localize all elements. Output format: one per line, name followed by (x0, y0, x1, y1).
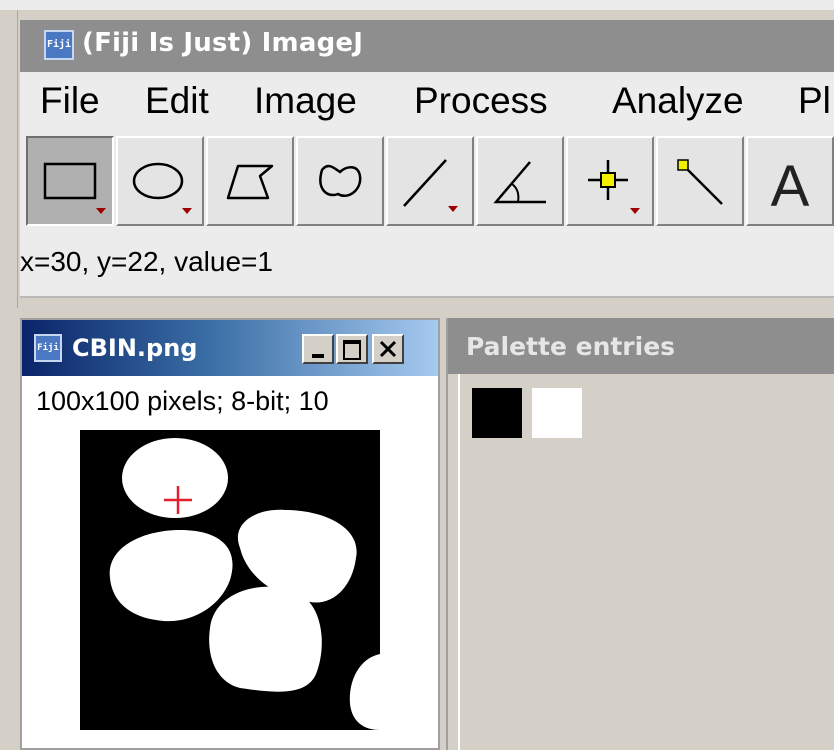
image-window-title: CBIN.png (72, 334, 198, 362)
polygon-icon (226, 164, 274, 200)
close-button[interactable] (372, 334, 404, 364)
status-text: x=30, y=22, value=1 (20, 246, 273, 277)
line-icon (403, 159, 458, 212)
palette-client-area (458, 374, 834, 750)
menu-edit[interactable]: Edit (145, 80, 209, 122)
close-icon (379, 340, 397, 358)
status-bar: x=30, y=22, value=1 (20, 228, 834, 298)
text-tool-button[interactable]: A (746, 136, 834, 226)
point-tool-button[interactable] (566, 136, 654, 226)
imagej-main-window: Fiji (Fiji Is Just) ImageJ File Edit Ima… (0, 0, 834, 308)
fiji-logo-icon: Fiji (34, 334, 62, 362)
minimize-icon (312, 354, 324, 358)
menu-image[interactable]: Image (254, 80, 357, 122)
text-tool-glyph: A (771, 154, 810, 219)
freehand-icon (319, 164, 362, 197)
wand-tool-button[interactable] (656, 136, 744, 226)
rectangle-icon (43, 162, 106, 214)
window-top-edge (0, 0, 834, 10)
palette-swatch-black[interactable] (472, 388, 522, 438)
menu-file[interactable]: File (40, 80, 100, 122)
palette-window-titlebar[interactable]: Palette entries (448, 318, 834, 374)
fiji-logo-icon: Fiji (44, 30, 74, 60)
palette-window: Palette entries (446, 318, 834, 750)
window-left-edge (0, 10, 18, 308)
angle-icon (493, 161, 546, 204)
maximize-button[interactable] (336, 334, 368, 364)
tool-bar: A (20, 134, 834, 228)
binary-image (80, 430, 380, 730)
angle-tool-button[interactable] (476, 136, 564, 226)
text-icon: A (771, 154, 810, 219)
palette-window-title: Palette entries (466, 332, 676, 361)
menu-analyze[interactable]: Analyze (612, 80, 744, 122)
minimize-button[interactable] (302, 334, 334, 364)
main-window-title: (Fiji Is Just) ImageJ (82, 28, 364, 58)
menu-bar: File Edit Image Process Analyze Pl (20, 72, 834, 134)
image-window-titlebar[interactable]: Fiji CBIN.png (22, 320, 438, 376)
menu-process[interactable]: Process (414, 80, 548, 122)
palette-swatch-white[interactable] (532, 388, 582, 438)
image-info: 100x100 pixels; 8-bit; 10 (36, 386, 329, 416)
freehand-tool-button[interactable] (296, 136, 384, 226)
point-icon (588, 160, 640, 214)
image-canvas[interactable] (80, 430, 380, 730)
polygon-tool-button[interactable] (206, 136, 294, 226)
oval-tool-button[interactable] (116, 136, 204, 226)
rectangle-tool-button[interactable] (26, 136, 114, 226)
menu-plugins-truncated[interactable]: Pl (798, 80, 831, 122)
image-window: Fiji CBIN.png 100x100 pixels; 8-bit; 10 (20, 318, 440, 750)
main-titlebar[interactable]: Fiji (Fiji Is Just) ImageJ (20, 20, 834, 72)
maximize-icon (343, 340, 361, 360)
oval-icon (132, 162, 192, 214)
line-tool-button[interactable] (386, 136, 474, 226)
magic-wand-icon (677, 159, 723, 205)
